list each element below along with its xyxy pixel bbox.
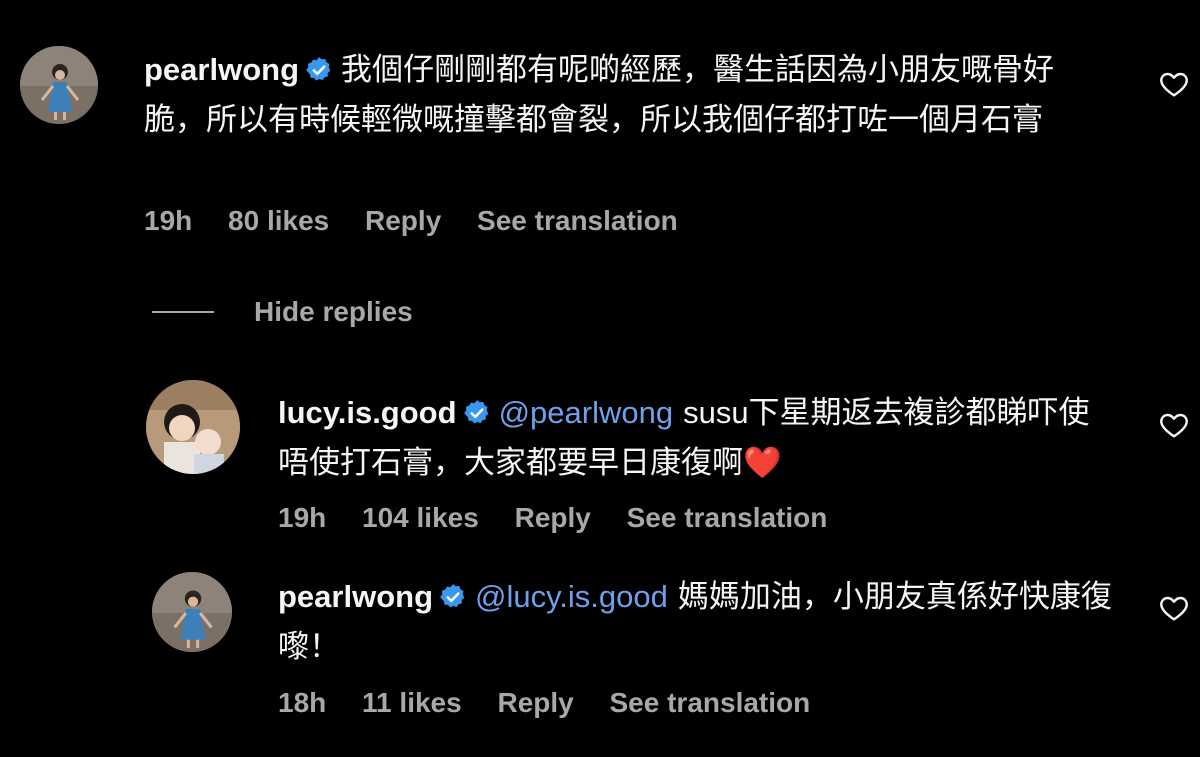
avatar[interactable] xyxy=(146,380,240,474)
reply-button[interactable]: Reply xyxy=(497,687,573,718)
mention-link[interactable]: @pearlwong xyxy=(499,395,674,430)
username[interactable]: pearlwong xyxy=(144,52,299,87)
avatar-girl-in-dress-icon xyxy=(20,46,98,124)
likes-count[interactable]: 80 likes xyxy=(228,205,329,236)
heart-outline-icon[interactable] xyxy=(1158,592,1190,624)
comment-text: lucy.is.good @pearlwong susu下星期返去複診都睇吓使唔使打… xyxy=(278,390,1118,486)
heart-outline-icon[interactable] xyxy=(1158,68,1190,100)
timestamp: 19h xyxy=(278,502,327,533)
hide-replies-button[interactable]: Hide replies xyxy=(152,292,413,332)
reply-button[interactable]: Reply xyxy=(515,502,591,533)
see-translation-button[interactable]: See translation xyxy=(627,502,828,533)
username[interactable]: pearlwong xyxy=(278,579,433,614)
mention-link[interactable]: @lucy.is.good xyxy=(475,579,668,614)
divider-line xyxy=(152,311,214,313)
timestamp: 18h xyxy=(278,687,327,718)
comment-meta: 19h 80 likes Reply See translation xyxy=(144,205,706,237)
reply-button[interactable]: Reply xyxy=(365,205,441,236)
likes-count[interactable]: 104 likes xyxy=(362,502,479,533)
avatar-girl-in-dress-icon xyxy=(152,572,232,652)
verified-badge-icon xyxy=(463,394,491,440)
avatar[interactable] xyxy=(152,572,232,652)
verified-badge-icon xyxy=(439,578,467,624)
avatar-child-and-baby-icon xyxy=(146,380,240,474)
comment-meta: 19h 104 likes Reply See translation xyxy=(278,502,855,534)
hide-replies-label: Hide replies xyxy=(254,296,413,327)
likes-count[interactable]: 11 likes xyxy=(362,687,462,718)
see-translation-button[interactable]: See translation xyxy=(477,205,678,236)
username[interactable]: lucy.is.good xyxy=(278,395,457,430)
heart-outline-icon[interactable] xyxy=(1158,409,1190,441)
see-translation-button[interactable]: See translation xyxy=(610,687,811,718)
comment-text: pearlwong @lucy.is.good 媽媽加油，小朋友真係好快康復嚟！ xyxy=(278,574,1118,670)
avatar[interactable] xyxy=(20,46,98,124)
comment-meta: 18h 11 likes Reply See translation xyxy=(278,687,838,719)
comment-text: pearlwong 我個仔剛剛都有呢啲經歷，醫生話因為小朋友嘅骨好脆，所以有時候輕… xyxy=(144,47,1104,143)
timestamp: 19h xyxy=(144,205,193,236)
verified-badge-icon xyxy=(305,51,333,97)
